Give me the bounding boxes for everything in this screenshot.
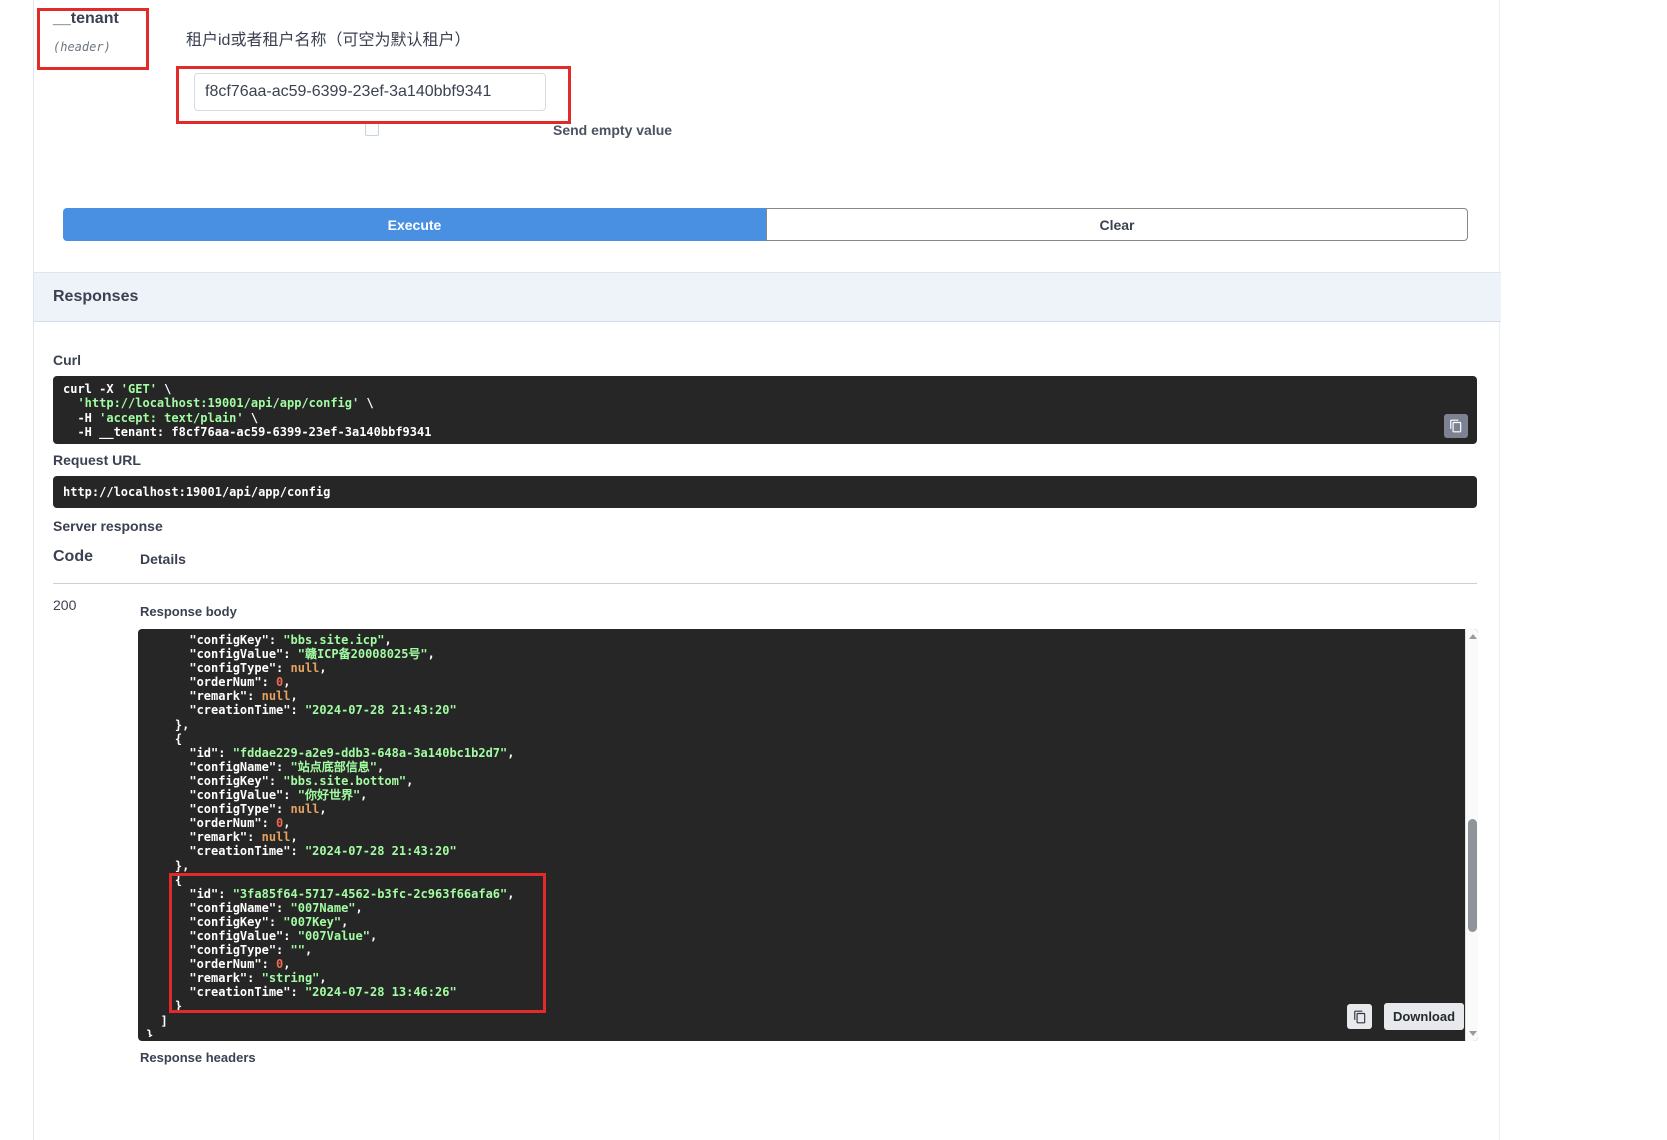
- scrollbar-down-icon[interactable]: [1469, 1031, 1477, 1036]
- response-body-json: "configKey": "bbs.site.icp", "configValu…: [146, 633, 1462, 1037]
- code-line: "configValue": "赣ICP备20008025号",: [146, 647, 1462, 661]
- swagger-ui-page: __tenant (header) 租户id或者租户名称（可空为默认租户） Se…: [0, 0, 1667, 1140]
- copy-icon: [1353, 1010, 1367, 1024]
- code-line: "configType": null,: [146, 661, 1462, 675]
- curl-block: curl -X 'GET' \ 'http://localhost:19001/…: [53, 376, 1477, 444]
- request-url-block: http://localhost:19001/api/app/config: [53, 476, 1477, 508]
- code-line: "orderNum": 0,: [146, 957, 1462, 971]
- response-body-label: Response body: [140, 604, 237, 619]
- code-line: "configKey": "bbs.site.bottom",: [146, 774, 1462, 788]
- code-line: curl -X 'GET' \: [63, 382, 1437, 396]
- copy-response-button[interactable]: [1347, 1004, 1372, 1029]
- code-line: "orderNum": 0,: [146, 816, 1462, 830]
- curl-label: Curl: [53, 352, 81, 368]
- code-line: "remark": null,: [146, 689, 1462, 703]
- code-line: "id": "fddae229-a2e9-ddb3-648a-3a140bc1b…: [146, 746, 1462, 760]
- code-line: {: [146, 732, 1462, 746]
- server-response-label: Server response: [53, 518, 163, 534]
- code-line: "configName": "007Name",: [146, 901, 1462, 915]
- curl-command: curl -X 'GET' \ 'http://localhost:19001/…: [63, 382, 1437, 440]
- responses-section-header: Responses: [34, 272, 1501, 322]
- details-column-header: Details: [140, 551, 186, 567]
- table-header-divider: [53, 583, 1477, 584]
- code-line: "id": "3fa85f64-5717-4562-b3fc-2c963f66a…: [146, 887, 1462, 901]
- code-line: "creationTime": "2024-07-28 13:46:26": [146, 985, 1462, 999]
- code-line: "configKey": "007Key",: [146, 915, 1462, 929]
- send-empty-checkbox[interactable]: [365, 122, 379, 136]
- code-line: "configValue": "007Value",: [146, 929, 1462, 943]
- code-line: "configValue": "你好世界",: [146, 788, 1462, 802]
- operation-block: __tenant (header) 租户id或者租户名称（可空为默认租户） Se…: [33, 0, 1500, 1140]
- request-url-value: http://localhost:19001/api/app/config: [63, 485, 330, 499]
- code-line: -H 'accept: text/plain' \: [63, 411, 1437, 425]
- send-empty-label[interactable]: Send empty value: [553, 122, 672, 138]
- parameter-location: (header): [53, 40, 111, 54]
- code-line: "orderNum": 0,: [146, 675, 1462, 689]
- code-line: },: [146, 718, 1462, 732]
- code-line: -H __tenant: f8cf76aa-ac59-6399-23ef-3a1…: [63, 425, 1437, 439]
- code-line: }: [146, 1028, 1462, 1037]
- download-button[interactable]: Download: [1384, 1003, 1464, 1030]
- code-line: },: [146, 859, 1462, 873]
- code-line: "configKey": "bbs.site.icp",: [146, 633, 1462, 647]
- copy-curl-button[interactable]: [1444, 414, 1468, 438]
- copy-icon: [1449, 419, 1463, 433]
- code-line: "configName": "站点底部信息",: [146, 760, 1462, 774]
- code-line: "creationTime": "2024-07-28 21:43:20": [146, 844, 1462, 858]
- code-line: }: [146, 999, 1462, 1013]
- code-line: "remark": null,: [146, 830, 1462, 844]
- response-body-block: "configKey": "bbs.site.icp", "configValu…: [138, 629, 1478, 1041]
- parameter-description: 租户id或者租户名称（可空为默认租户）: [186, 26, 470, 50]
- code-line: 'http://localhost:19001/api/app/config' …: [63, 396, 1437, 410]
- code-line: ]: [146, 1014, 1462, 1028]
- code-line: "creationTime": "2024-07-28 21:43:20": [146, 703, 1462, 717]
- code-line: "remark": "string",: [146, 971, 1462, 985]
- status-code: 200: [53, 597, 76, 613]
- code-line: {: [146, 873, 1462, 887]
- response-body-scrollbar[interactable]: [1465, 629, 1478, 1041]
- response-headers-label: Response headers: [140, 1050, 256, 1065]
- responses-title: Responses: [53, 288, 138, 306]
- code-line: "configType": null,: [146, 802, 1462, 816]
- scrollbar-thumb[interactable]: [1468, 819, 1477, 932]
- execute-button[interactable]: Execute: [63, 208, 766, 241]
- parameter-name: __tenant: [53, 10, 119, 28]
- scrollbar-up-icon[interactable]: [1469, 634, 1477, 639]
- clear-button[interactable]: Clear: [766, 208, 1468, 241]
- request-url-label: Request URL: [53, 452, 141, 468]
- code-line: "configType": "",: [146, 943, 1462, 957]
- tenant-input[interactable]: [194, 73, 546, 111]
- code-column-header: Code: [53, 548, 93, 566]
